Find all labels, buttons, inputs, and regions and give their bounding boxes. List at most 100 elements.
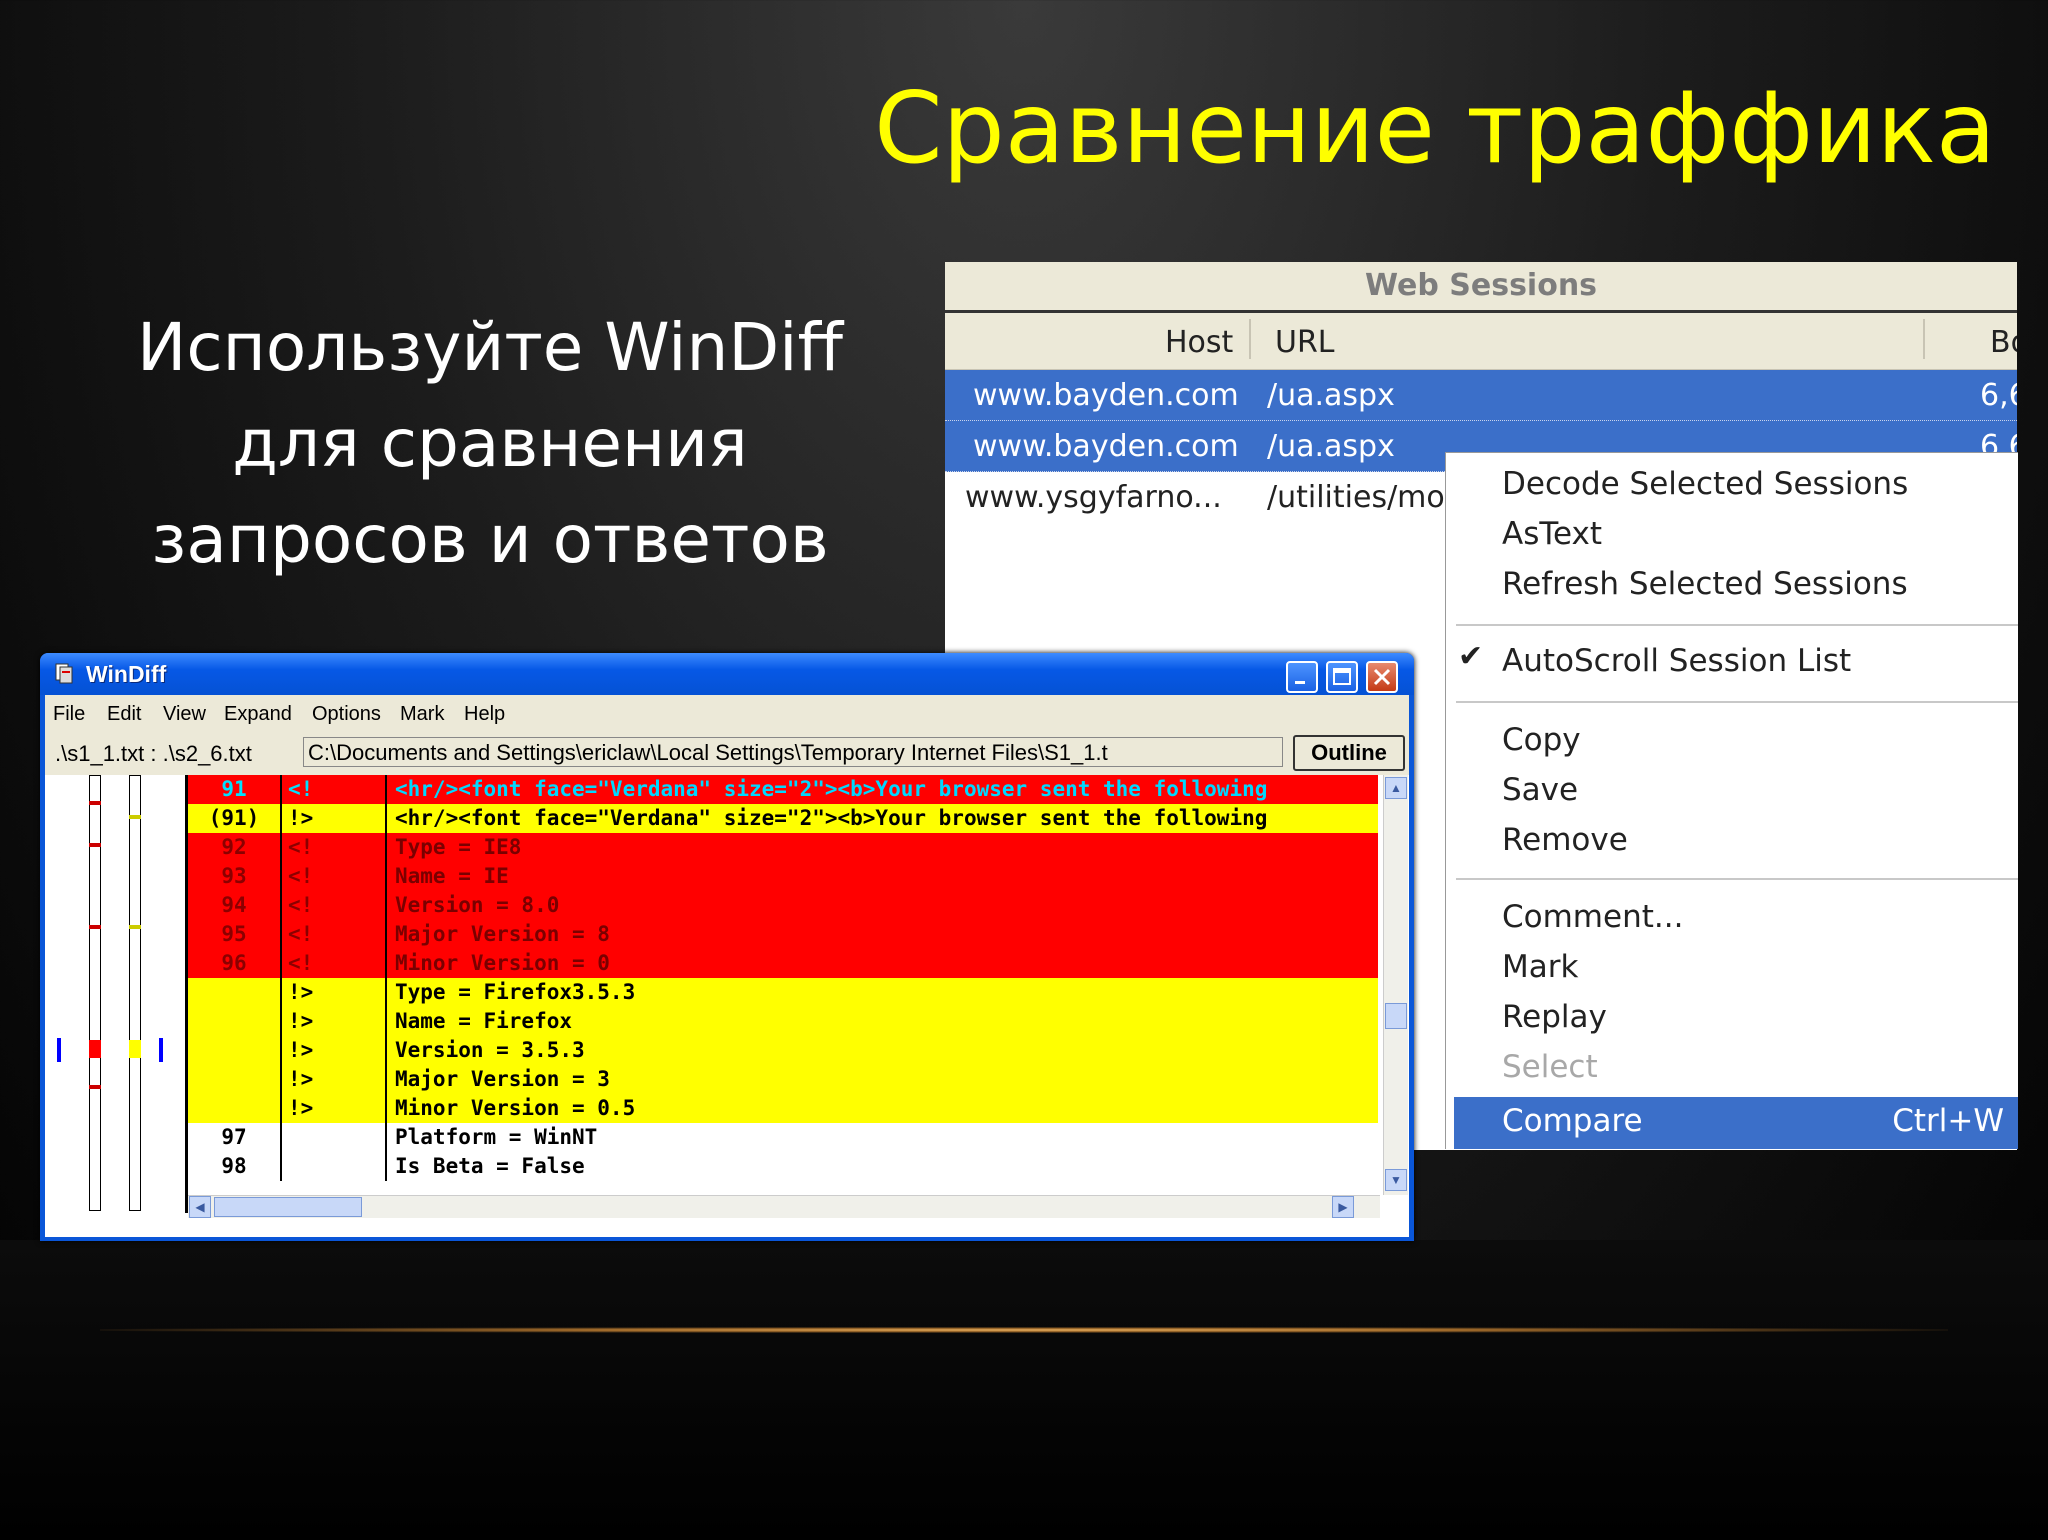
windiff-body: File Edit View Expand Options Mark Help …	[45, 695, 1409, 1237]
sessions-header: Host URL Bo	[945, 313, 2017, 370]
diff-line[interactable]: 96 <! Minor Version = 0	[188, 949, 1378, 978]
scroll-right-icon[interactable]: ▶	[1332, 1196, 1354, 1218]
windiff-titlebar[interactable]: WinDiff	[40, 653, 1414, 695]
column-body[interactable]: Bo	[1990, 325, 2017, 360]
session-host: www.bayden.com	[973, 429, 1239, 464]
overview-diff-mark	[129, 925, 141, 929]
menu-item-save[interactable]: Save	[1502, 767, 1578, 813]
slide-subtitle: Используйте WinDiff для сравнения запрос…	[110, 300, 870, 588]
subtitle-line: запросов и ответов	[151, 501, 829, 578]
horizontal-scrollbar[interactable]: ◀ ▶	[188, 1195, 1380, 1218]
path-field: C:\Documents and Settings\ericlaw\Local …	[303, 737, 1283, 767]
diff-line[interactable]: 94 <! Version = 8.0	[188, 891, 1378, 920]
menu-item-comment[interactable]: Comment...	[1502, 894, 1683, 940]
session-body: 6,6	[1980, 378, 2017, 413]
session-url: /ua.aspx	[1267, 378, 1395, 413]
session-url: /utilities/mou	[1267, 480, 1464, 515]
menu-item-autoscroll[interactable]: AutoScroll Session List	[1502, 638, 1851, 684]
menu-item-copy[interactable]: Copy	[1502, 717, 1581, 763]
diff-line[interactable]: !> Name = Firefox	[188, 1007, 1378, 1036]
outline-button[interactable]: Outline	[1293, 735, 1405, 771]
diff-line[interactable]: 97 Platform = WinNT	[188, 1123, 1378, 1152]
close-button[interactable]	[1366, 661, 1398, 693]
session-host: www.bayden.com	[973, 378, 1239, 413]
minimize-icon	[1295, 681, 1305, 684]
glow-line	[100, 1327, 1948, 1333]
diff-line[interactable]: 95 <! Major Version = 8	[188, 920, 1378, 949]
menu-item-remove[interactable]: Remove	[1502, 817, 1628, 863]
diff-line[interactable]: !> Minor Version = 0.5	[188, 1094, 1378, 1123]
overview-diff-mark	[89, 801, 101, 805]
session-row[interactable]: www.bayden.com /ua.aspx 6,6	[945, 370, 2017, 421]
overview-diff-mark	[89, 843, 101, 847]
bottom-shadow	[0, 1240, 2048, 1540]
subtitle-line: Используйте WinDiff	[137, 309, 843, 386]
windiff-menubar: File Edit View Expand Options Mark Help	[45, 695, 1409, 731]
maximize-button[interactable]	[1326, 661, 1358, 693]
column-url[interactable]: URL	[1275, 325, 1335, 360]
menu-view[interactable]: View	[163, 703, 206, 726]
session-context-menu: Decode Selected Sessions AsText Refresh …	[1445, 452, 2018, 1149]
session-url: /ua.aspx	[1267, 429, 1395, 464]
overview-diff-mark	[89, 1085, 101, 1089]
diff-overview-map[interactable]	[45, 775, 188, 1213]
diff-line[interactable]: (91) !> <hr/><font face="Verdana" size="2"…	[188, 804, 1378, 833]
diff-line[interactable]: 92 <! Type = IE8	[188, 833, 1378, 862]
menu-file[interactable]: File	[53, 703, 85, 726]
menu-item-select: Select	[1502, 1049, 1598, 1085]
file-pair-label: .\s1_1.txt : .\s2_6.txt	[55, 741, 252, 766]
column-host[interactable]: Host	[1165, 325, 1233, 360]
menu-item-mark[interactable]: Mark	[1502, 944, 1578, 990]
menu-expand[interactable]: Expand	[224, 703, 292, 726]
menu-options[interactable]: Options	[312, 703, 381, 726]
scroll-left-icon[interactable]: ◀	[189, 1196, 211, 1218]
overview-diff-mark	[129, 815, 141, 819]
scroll-up-icon[interactable]: ▲	[1385, 777, 1407, 799]
windiff-window: WinDiff File Edit View Expand Options Ma…	[40, 653, 1414, 1241]
windiff-title: WinDiff	[86, 661, 167, 687]
vertical-scroll-thumb[interactable]	[1385, 1003, 1407, 1029]
overview-diff-mark	[89, 925, 101, 929]
horizontal-scroll-thumb[interactable]	[214, 1197, 362, 1217]
column-divider[interactable]	[1923, 319, 1925, 359]
menu-separator	[1456, 878, 2018, 880]
column-divider[interactable]	[1249, 319, 1251, 359]
subtitle-line: для сравнения	[232, 405, 748, 482]
diff-line[interactable]: 91 <! <hr/><font face="Verdana" size="2"><…	[188, 775, 1378, 804]
overview-position-marker	[159, 1038, 163, 1062]
path-bar: .\s1_1.txt : .\s2_6.txt C:\Documents and…	[49, 735, 1405, 773]
overview-position-marker	[57, 1038, 61, 1062]
menu-shortcut-compare: Ctrl+W	[1892, 1103, 2004, 1139]
overview-right-bar	[129, 775, 141, 1211]
slide-title: Сравнение траффика	[874, 72, 1996, 186]
menu-mark[interactable]: Mark	[400, 703, 444, 726]
overview-left-bar	[89, 775, 101, 1211]
menu-item-replay[interactable]: Replay	[1502, 994, 1607, 1040]
menu-item-compare[interactable]: Compare	[1502, 1098, 1643, 1144]
menu-separator	[1456, 624, 2018, 626]
diff-line[interactable]: !> Major Version = 3	[188, 1065, 1378, 1094]
menu-item-refresh[interactable]: Refresh Selected Sessions	[1502, 561, 1908, 607]
session-host: www.ysgyfarno...	[965, 480, 1222, 515]
diff-line[interactable]: 93 <! Name = IE	[188, 862, 1378, 891]
menu-item-decode[interactable]: Decode Selected Sessions	[1502, 461, 1908, 507]
vertical-scrollbar[interactable]: ▲ ▼	[1383, 775, 1408, 1195]
minimize-button[interactable]	[1286, 661, 1318, 693]
menu-edit[interactable]: Edit	[107, 703, 141, 726]
menu-help[interactable]: Help	[464, 703, 505, 726]
diff-lines[interactable]: 91 <! <hr/><font face="Verdana" size="2"><…	[188, 775, 1378, 1195]
overview-current-left	[89, 1040, 101, 1058]
diff-line[interactable]: 98 Is Beta = False	[188, 1152, 1378, 1181]
menu-separator	[1456, 701, 2018, 703]
checkmark-icon: ✔	[1458, 639, 1484, 674]
scroll-down-icon[interactable]: ▼	[1385, 1169, 1407, 1191]
diff-line[interactable]: !> Version = 3.5.3	[188, 1036, 1378, 1065]
maximize-icon	[1333, 668, 1351, 685]
close-icon	[1373, 668, 1391, 686]
diff-line[interactable]: !> Type = Firefox3.5.3	[188, 978, 1378, 1007]
diff-view: 91 <! <hr/><font face="Verdana" size="2"><…	[45, 775, 1409, 1237]
menu-item-astext[interactable]: AsText	[1502, 511, 1602, 557]
windiff-app-icon	[55, 663, 73, 684]
overview-current-right	[129, 1040, 141, 1058]
web-sessions-title: Web Sessions	[945, 262, 2017, 313]
